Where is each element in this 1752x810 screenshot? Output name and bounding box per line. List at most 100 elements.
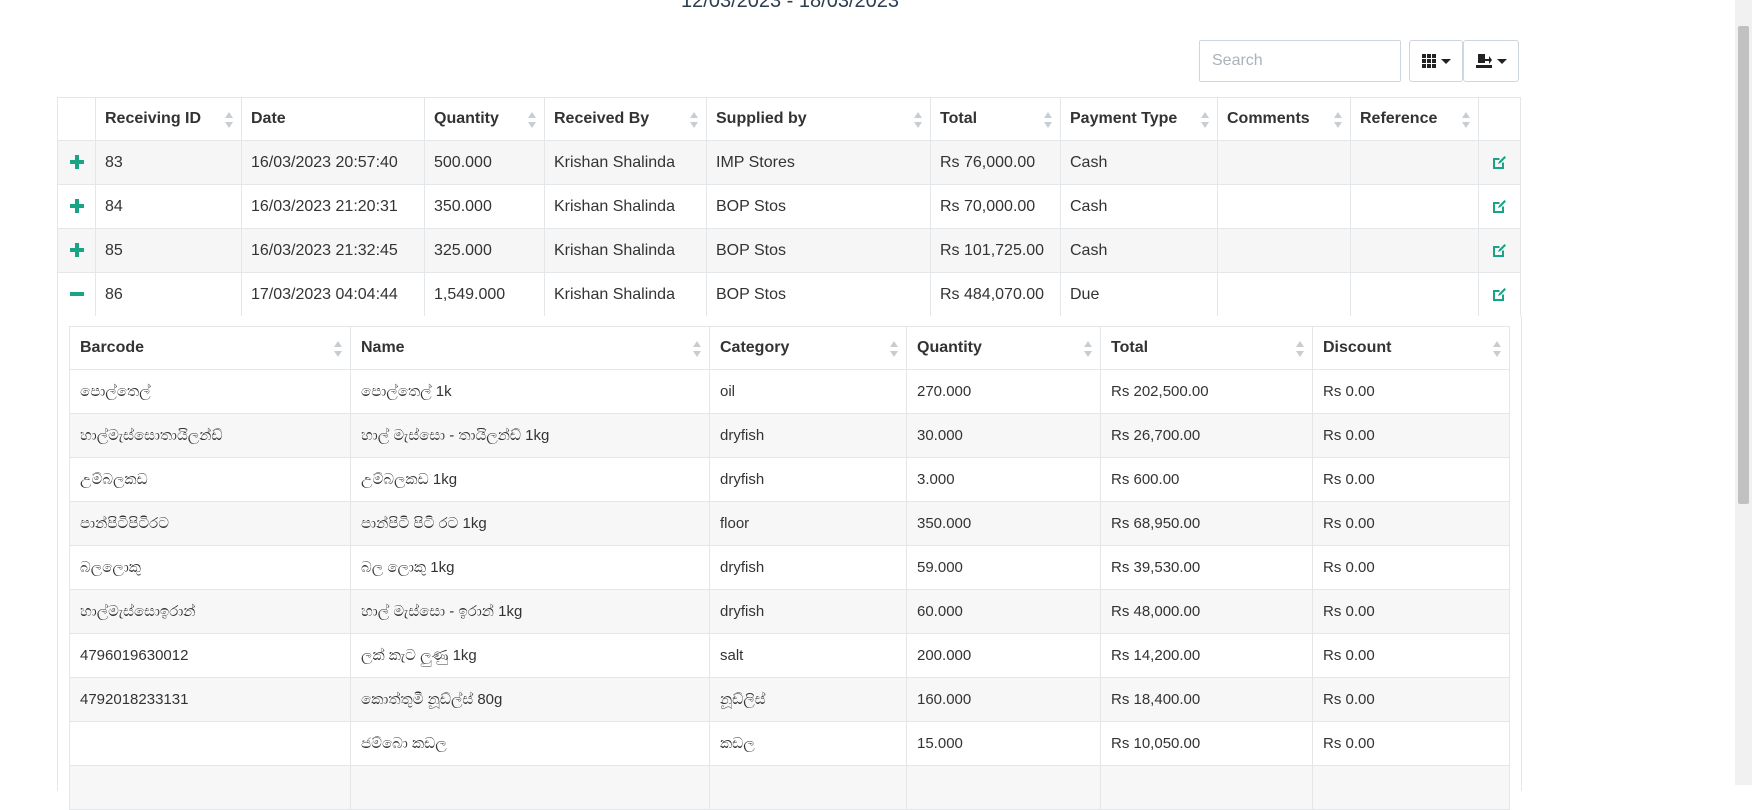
table-row: 4796019630012 ලක් කැට ලුණු 1kg salt 200.000… [69, 633, 1510, 678]
category-cell: dryfish [709, 545, 907, 590]
page-scrollbar[interactable] [1735, 0, 1752, 785]
sort-icon [1296, 341, 1304, 357]
header-label: Barcode [80, 339, 145, 356]
sort-icon [1334, 112, 1342, 128]
table-header-row: Receiving ID Date Quantity Received By S… [57, 97, 1521, 141]
date-cell: 16/03/2023 21:32:45 [241, 228, 425, 273]
receiving-id-cell: 85 [95, 228, 242, 273]
payment-type-cell: Cash [1060, 228, 1218, 273]
total-cell: Rs 48,000.00 [1100, 589, 1313, 634]
header-label: Category [720, 339, 790, 356]
expand-row-button[interactable] [69, 199, 84, 214]
total-cell: Rs 70,000.00 [930, 184, 1061, 229]
comments-cell [1217, 140, 1351, 185]
name-cell: උම්බලකඩ 1kg [350, 457, 710, 502]
received-by-cell: Krishan Shalinda [544, 140, 707, 185]
header-discount[interactable]: Discount [1312, 326, 1510, 370]
header-label: Total [940, 110, 978, 127]
header-comments[interactable]: Comments [1217, 97, 1351, 141]
edit-icon[interactable] [1492, 243, 1507, 258]
total-cell: Rs 68,950.00 [1100, 501, 1313, 546]
discount-cell: Rs 0.00 [1312, 413, 1510, 458]
header-date[interactable]: Date [241, 97, 425, 141]
header-label: Quantity [917, 339, 982, 356]
expand-row-button[interactable] [69, 155, 84, 170]
header-supplied-by[interactable]: Supplied by [706, 97, 931, 141]
edit-icon[interactable] [1492, 155, 1507, 170]
export-button[interactable] [1463, 40, 1519, 82]
total-cell: Rs 39,530.00 [1100, 545, 1313, 590]
barcode-cell: හාල්මැස්සොතායිලන්ඩ් [69, 413, 351, 458]
quantity-cell: 325.000 [424, 228, 545, 273]
header-label: Supplied by [716, 110, 807, 127]
name-cell [350, 765, 710, 810]
header-barcode[interactable]: Barcode [69, 326, 351, 370]
header-label: Received By [554, 110, 650, 127]
barcode-cell: 4792018233131 [69, 677, 351, 722]
table-row: හාල්මැස්සොතායිලන්ඩ් හාල් මැස්සො - තායිලන්… [69, 413, 1510, 458]
header-name[interactable]: Name [350, 326, 710, 370]
reference-cell [1350, 184, 1479, 229]
date-cell: 16/03/2023 21:20:31 [241, 184, 425, 229]
header-label: Quantity [434, 110, 499, 127]
total-cell: Rs 10,050.00 [1100, 721, 1313, 766]
barcode-cell [69, 721, 351, 766]
receivings-table: Receiving ID Date Quantity Received By S… [57, 97, 1521, 317]
table-row[interactable]: 86 17/03/2023 04:04:44 1,549.000 Krishan Sh… [57, 272, 1521, 317]
total-cell [1100, 765, 1313, 810]
chevron-down-icon [1440, 58, 1451, 64]
columns-toggle-button[interactable] [1409, 40, 1463, 82]
collapse-row-button[interactable] [69, 287, 84, 301]
discount-cell: Rs 0.00 [1312, 457, 1510, 502]
discount-cell: Rs 0.00 [1312, 677, 1510, 722]
table-row: හාල්මැස්සොඉරාන් හාල් මැස්සො - ඉරාන් 1kg dr… [69, 589, 1510, 634]
table-row[interactable]: 84 16/03/2023 21:20:31 350.000 Krishan Shal… [57, 184, 1521, 229]
table-header-row: Barcode Name Category Quantity Total Dis… [69, 326, 1510, 370]
barcode-cell: පොල්තෙල් [69, 369, 351, 414]
discount-cell: Rs 0.00 [1312, 589, 1510, 634]
sort-icon [1044, 112, 1052, 128]
header-payment-type[interactable]: Payment Type [1060, 97, 1218, 141]
header-category[interactable]: Category [709, 326, 907, 370]
header-quantity[interactable]: Quantity [424, 97, 545, 141]
quantity-cell: 59.000 [906, 545, 1101, 590]
header-reference[interactable]: Reference [1350, 97, 1479, 141]
barcode-cell: හාල්මැස්සොඉරාන් [69, 589, 351, 634]
receiving-id-cell: 84 [95, 184, 242, 229]
header-receiving-id[interactable]: Receiving ID [95, 97, 242, 141]
total-cell: Rs 18,400.00 [1100, 677, 1313, 722]
quantity-cell: 30.000 [906, 413, 1101, 458]
quantity-cell: 500.000 [424, 140, 545, 185]
comments-cell [1217, 184, 1351, 229]
category-cell: oil [709, 369, 907, 414]
table-row[interactable]: 85 16/03/2023 21:32:45 325.000 Krishan Shal… [57, 228, 1521, 273]
name-cell: හාල් මැස්සො - ඉරාන් 1kg [350, 589, 710, 634]
barcode-cell: උම්බලකඩ [69, 457, 351, 502]
total-cell: Rs 76,000.00 [930, 140, 1061, 185]
edit-icon[interactable] [1492, 199, 1507, 214]
receiving-detail-panel: Barcode Name Category Quantity Total Dis… [57, 316, 1522, 810]
scrollbar-thumb[interactable] [1738, 26, 1749, 504]
expand-cell [57, 228, 96, 273]
total-cell: Rs 26,700.00 [1100, 413, 1313, 458]
header-quantity[interactable]: Quantity [906, 326, 1101, 370]
header-total[interactable]: Total [1100, 326, 1313, 370]
table-row[interactable]: 83 16/03/2023 20:57:40 500.000 Krishan Shal… [57, 140, 1521, 185]
table-row: පාන්පිටිපිටිරට පාන්පිටි පිටි රට 1kg floor 3… [69, 501, 1510, 546]
reference-cell [1350, 140, 1479, 185]
barcode-cell: බලලොකු [69, 545, 351, 590]
category-cell: salt [709, 633, 907, 678]
quantity-cell: 1,549.000 [424, 272, 545, 317]
header-label: Comments [1227, 110, 1310, 127]
edit-icon[interactable] [1492, 287, 1507, 302]
header-total[interactable]: Total [930, 97, 1061, 141]
search-input[interactable] [1199, 40, 1401, 82]
sort-icon [914, 112, 922, 128]
header-label: Name [361, 339, 405, 356]
category-cell: dryfish [709, 457, 907, 502]
discount-cell: Rs 0.00 [1312, 369, 1510, 414]
receiving-id-cell: 83 [95, 140, 242, 185]
header-received-by[interactable]: Received By [544, 97, 707, 141]
expand-row-button[interactable] [69, 243, 84, 258]
header-label: Date [251, 110, 286, 127]
